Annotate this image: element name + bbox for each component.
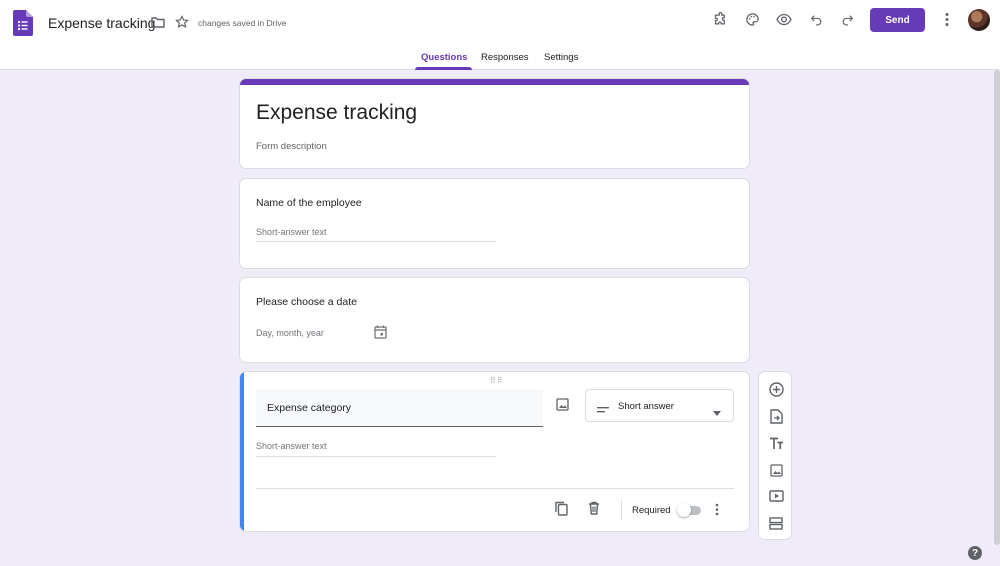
accent-bar — [240, 79, 749, 85]
form-title-card[interactable]: Expense tracking Form description — [239, 78, 750, 169]
tab-questions[interactable]: Questions — [421, 52, 467, 64]
form-title[interactable]: Expense tracking — [256, 100, 417, 126]
answer-hint: Short-answer text — [256, 441, 327, 451]
question-title: Name of the employee — [256, 197, 362, 209]
tab-settings[interactable]: Settings — [544, 52, 578, 64]
footer-vertical-divider — [621, 500, 622, 520]
drag-handle-icon[interactable]: ⠿⠿ — [490, 376, 504, 385]
side-toolbar — [758, 371, 792, 540]
answer-underline — [256, 456, 496, 457]
top-bar: Expense tracking changes saved in Drive … — [0, 0, 1000, 70]
add-image-icon[interactable] — [556, 398, 569, 416]
question-card[interactable]: Name of the employee Short-answer text — [239, 178, 750, 269]
calendar-icon — [374, 325, 387, 339]
add-question-icon[interactable] — [766, 379, 786, 399]
question-type-select[interactable]: Short answer — [585, 389, 734, 422]
puzzle-addon-icon[interactable] — [713, 12, 728, 27]
avatar[interactable] — [968, 9, 990, 31]
redo-icon[interactable] — [841, 13, 854, 26]
short-answer-icon — [597, 401, 609, 419]
required-toggle[interactable] — [677, 503, 703, 517]
preview-eye-icon[interactable] — [776, 13, 792, 26]
add-video-icon[interactable] — [766, 486, 786, 506]
star-icon[interactable] — [175, 15, 189, 29]
more-options-icon[interactable] — [714, 503, 720, 521]
scrollbar[interactable] — [994, 70, 1000, 560]
delete-icon[interactable] — [588, 501, 600, 520]
question-title: Expense category — [267, 402, 352, 414]
required-label: Required — [632, 505, 671, 516]
document-title[interactable]: Expense tracking — [48, 14, 155, 32]
forms-app-icon[interactable] — [13, 10, 33, 36]
add-image-icon[interactable] — [766, 460, 786, 480]
tab-responses[interactable]: Responses — [481, 52, 529, 64]
active-question-card[interactable]: ⠿⠿ Expense category Short answer Short-a… — [239, 371, 750, 532]
undo-icon[interactable] — [810, 13, 823, 26]
scrollbar-thumb[interactable] — [994, 70, 1000, 545]
duplicate-icon[interactable] — [555, 501, 568, 521]
tab-bar: Questions Responses Settings — [0, 48, 1000, 70]
active-indicator — [240, 372, 244, 531]
question-title: Please choose a date — [256, 296, 357, 308]
footer-divider — [256, 488, 734, 489]
send-button[interactable]: Send — [870, 8, 925, 32]
question-type-label: Short answer — [618, 401, 674, 412]
help-button[interactable]: ? — [968, 546, 982, 560]
import-questions-icon[interactable] — [766, 406, 786, 426]
palette-icon[interactable] — [745, 12, 760, 27]
date-hint: Day, month, year — [256, 328, 324, 338]
answer-hint: Short-answer text — [256, 227, 327, 237]
active-tab-indicator — [415, 67, 472, 70]
more-vert-icon[interactable] — [942, 12, 952, 27]
save-status: changes saved in Drive — [198, 18, 287, 28]
add-section-icon[interactable] — [766, 513, 786, 533]
toggle-knob — [677, 503, 691, 517]
form-description-field[interactable]: Form description — [256, 141, 327, 152]
question-card[interactable]: Please choose a date Day, month, year — [239, 277, 750, 363]
answer-underline — [256, 241, 496, 242]
folder-icon[interactable] — [151, 16, 165, 28]
add-title-icon[interactable] — [766, 433, 786, 453]
chevron-down-icon — [713, 403, 721, 421]
question-title-field[interactable]: Expense category — [256, 389, 543, 427]
